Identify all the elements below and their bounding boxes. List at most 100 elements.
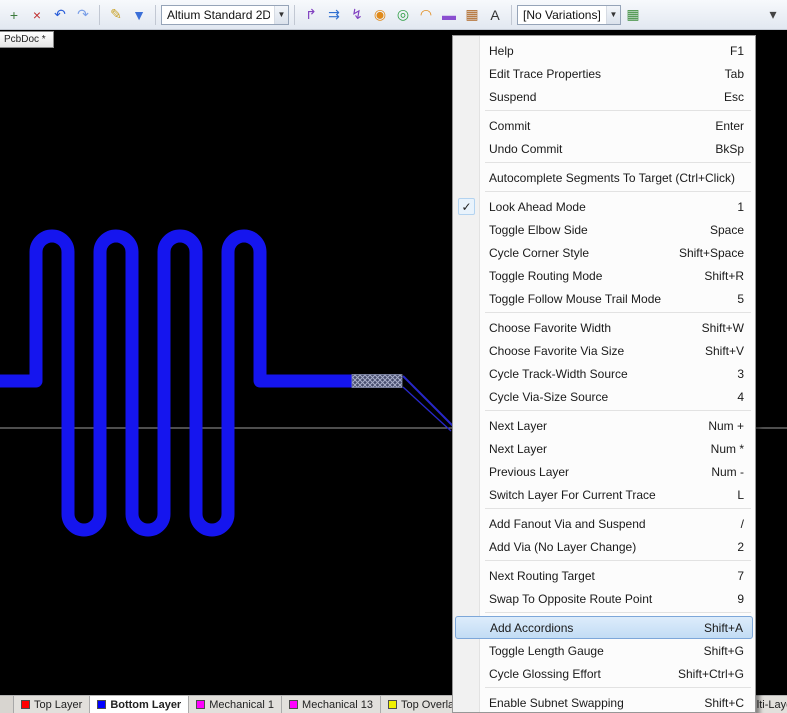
layer-tab-mechanical-13[interactable]: Mechanical 13 (282, 696, 381, 713)
menu-item-shortcut: Num - (711, 465, 744, 479)
menu-item-label: Next Layer (489, 442, 695, 456)
menu-item-shortcut: Shift+R (704, 269, 744, 283)
menu-item-add-via-no-layer-change[interactable]: Add Via (No Layer Change)2 (455, 535, 753, 558)
chevron-down-icon[interactable]: ▼ (274, 6, 288, 24)
menu-item-next-layer[interactable]: Next LayerNum + (455, 414, 753, 437)
menu-item-shortcut: Num + (708, 419, 744, 433)
delete-tool-icon[interactable]: × (26, 4, 48, 26)
toolbar-separator (155, 5, 156, 25)
differential-pair-routing-icon[interactable]: ↯ (346, 4, 368, 26)
variant-board-icon[interactable]: ▦ (622, 4, 644, 26)
menu-item-shortcut: F1 (730, 44, 744, 58)
menu-item-choose-favorite-via-size[interactable]: Choose Favorite Via SizeShift+V (455, 339, 753, 362)
menu-item-help[interactable]: Help F1 (455, 39, 753, 62)
layer-color-swatch (97, 700, 106, 709)
menu-item-commit[interactable]: CommitEnter (455, 114, 753, 137)
select-tool-icon[interactable]: + (3, 4, 25, 26)
document-tab-label: PcbDoc * (4, 34, 46, 45)
menu-item-switch-layer-for-current-trace[interactable]: Switch Layer For Current TraceL (455, 483, 753, 506)
menu-item-autocomplete-segments-to-target-ctrl-click[interactable]: Autocomplete Segments To Target (Ctrl+Cl… (455, 166, 753, 189)
menu-separator (485, 687, 751, 688)
menu-item-toggle-routing-mode[interactable]: Toggle Routing ModeShift+R (455, 264, 753, 287)
context-menu: Help F1 Edit Trace PropertiesTab Suspend Esc… (452, 35, 756, 713)
menu-item-label: Cycle Track-Width Source (489, 367, 721, 381)
menu-item-label: Edit Trace Properties (489, 67, 709, 81)
arc-icon[interactable]: ◠ (415, 4, 437, 26)
menu-item-label: Toggle Follow Mouse Trail Mode (489, 292, 721, 306)
menu-separator (485, 560, 751, 561)
redo-icon[interactable]: ↷ (72, 4, 94, 26)
menu-item-label: Help (489, 44, 714, 58)
menu-item-add-fanout-via-and-suspend[interactable]: Add Fanout Via and Suspend/ (455, 512, 753, 535)
menu-item-toggle-follow-mouse-trail-mode[interactable]: Toggle Follow Mouse Trail Mode5 (455, 287, 753, 310)
toolbar-separator (99, 5, 100, 25)
pencil-icon[interactable]: ✎ (105, 4, 127, 26)
menu-item-shortcut: 9 (737, 592, 744, 606)
hatched-trace-segment[interactable] (352, 375, 402, 388)
view-configuration-select[interactable]: Altium Standard 2D▼ (161, 5, 289, 25)
menu-item-next-routing-target[interactable]: Next Routing Target7 (455, 564, 753, 587)
menu-item-shortcut: Shift+C (704, 696, 744, 710)
main-toolbar: +×↶↷✎▼Altium Standard 2D▼↱⇉↯◉◎◠▬▦A[No Va… (0, 0, 787, 30)
menu-item-swap-to-opposite-route-point[interactable]: Swap To Opposite Route Point 9 (455, 587, 753, 610)
menu-item-cycle-via-size-source[interactable]: Cycle Via-Size Source 4 (455, 385, 753, 408)
menu-item-cycle-track-width-source[interactable]: Cycle Track-Width Source3 (455, 362, 753, 385)
chevron-down-icon[interactable]: ▼ (606, 6, 620, 24)
altium-pcb-editor-window: +×↶↷✎▼Altium Standard 2D▼↱⇉↯◉◎◠▬▦A[No Va… (0, 0, 787, 713)
menu-item-enable-subnet-swapping[interactable]: Enable Subnet SwappingShift+C (455, 691, 753, 713)
menu-item-label: Cycle Via-Size Source (489, 390, 721, 404)
fill-icon[interactable]: ▬ (438, 4, 460, 26)
lookahead-trace-line (403, 376, 455, 428)
menu-item-add-accordions[interactable]: Add AccordionsShift+A (455, 616, 753, 639)
layer-tab-top-layer[interactable]: Top Layer (14, 696, 90, 713)
array-icon[interactable]: ▦ (461, 4, 483, 26)
layer-tab-label: Mechanical 1 (209, 699, 274, 711)
menu-item-toggle-elbow-side[interactable]: Toggle Elbow SideSpace (455, 218, 753, 241)
menu-item-edit-trace-properties[interactable]: Edit Trace PropertiesTab (455, 62, 753, 85)
layer-tab-mechanical-1[interactable]: Mechanical 1 (189, 696, 282, 713)
menu-item-shortcut: 7 (737, 569, 744, 583)
menu-item-label: Switch Layer For Current Trace (489, 488, 721, 502)
menu-item-cycle-glossing-effort[interactable]: Cycle Glossing EffortShift+Ctrl+G (455, 662, 753, 685)
menu-item-label: Undo Commit (489, 142, 699, 156)
toolbar-more-arrow-icon[interactable]: ▾ (762, 4, 784, 26)
interactive-routing-icon[interactable]: ↱ (300, 4, 322, 26)
menu-item-previous-layer[interactable]: Previous Layer Num - (455, 460, 753, 483)
via-icon[interactable]: ◎ (392, 4, 414, 26)
layer-tab-label: Top Layer (34, 699, 82, 711)
menu-separator (485, 191, 751, 192)
menu-item-label: Previous Layer (489, 465, 695, 479)
menu-item-label: Toggle Elbow Side (489, 223, 694, 237)
menu-item-label: Choose Favorite Width (489, 321, 686, 335)
variations-select-value: [No Variations] (523, 8, 602, 22)
menu-item-label: Swap To Opposite Route Point (489, 592, 721, 606)
menu-item-next-layer[interactable]: Next LayerNum * (455, 437, 753, 460)
menu-item-label: Choose Favorite Via Size (489, 344, 689, 358)
menu-item-label: Commit (489, 119, 699, 133)
menu-item-shortcut: 4 (737, 390, 744, 404)
document-tab[interactable]: PcbDoc * (0, 31, 54, 48)
menu-item-look-ahead-mode[interactable]: ✓Look Ahead Mode1 (455, 195, 753, 218)
menu-item-toggle-length-gauge[interactable]: Toggle Length GaugeShift+G (455, 639, 753, 662)
checkmark-icon: ✓ (458, 198, 475, 215)
menu-item-cycle-corner-style[interactable]: Cycle Corner StyleShift+Space (455, 241, 753, 264)
layer-color-swatch (196, 700, 205, 709)
pad-icon[interactable]: ◉ (369, 4, 391, 26)
menu-item-suspend[interactable]: Suspend Esc (455, 85, 753, 108)
layer-tab-scroll-button[interactable] (0, 696, 14, 713)
layer-tab-bottom-layer[interactable]: Bottom Layer (90, 696, 189, 713)
menu-item-choose-favorite-width[interactable]: Choose Favorite WidthShift+W (455, 316, 753, 339)
menu-item-label: Cycle Glossing Effort (489, 667, 662, 681)
serpentine-trace[interactable] (0, 236, 352, 530)
string-icon[interactable]: A (484, 4, 506, 26)
menu-item-label: Add Accordions (490, 621, 688, 635)
filter-icon[interactable]: ▼ (128, 4, 150, 26)
layer-tab-label: Bottom Layer (110, 699, 181, 711)
route-multiple-icon[interactable]: ⇉ (323, 4, 345, 26)
variations-select[interactable]: [No Variations] ▼ (517, 5, 621, 25)
layer-color-swatch (388, 700, 397, 709)
menu-item-label: Suspend (489, 90, 708, 104)
menu-item-shortcut: Esc (724, 90, 744, 104)
undo-icon[interactable]: ↶ (49, 4, 71, 26)
menu-item-undo-commit[interactable]: Undo CommitBkSp (455, 137, 753, 160)
